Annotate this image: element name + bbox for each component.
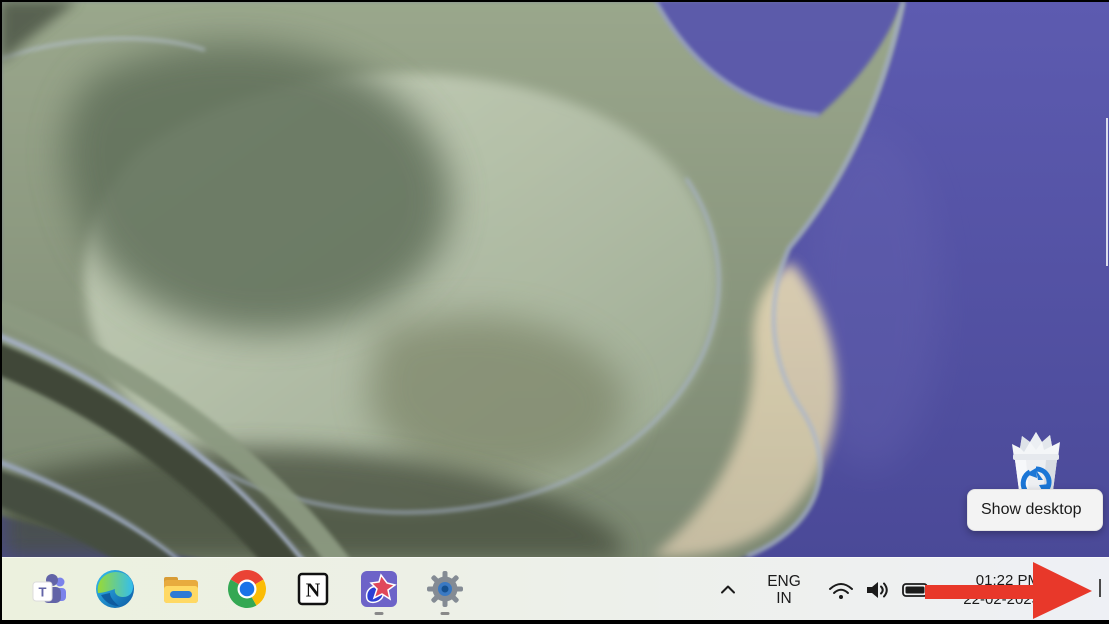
running-indicator xyxy=(441,612,450,616)
taskbar-a-logo-app-button[interactable] xyxy=(346,560,412,618)
screen-edge-highlight xyxy=(1106,118,1108,266)
show-desktop-tooltip: Show desktop xyxy=(967,489,1103,531)
battery-icon xyxy=(902,582,932,598)
taskbar-settings-button[interactable] xyxy=(412,560,478,618)
settings-gear-icon xyxy=(425,569,465,609)
show-desktop-button[interactable] xyxy=(1099,579,1101,597)
svg-text:N: N xyxy=(306,580,321,602)
taskbar-notion-button[interactable]: N xyxy=(280,560,346,618)
volume-icon xyxy=(865,580,891,600)
quick-settings-button[interactable] xyxy=(820,558,940,621)
chevron-up-icon xyxy=(720,584,736,595)
clock-date: 22-02-2023 xyxy=(963,590,1040,609)
tray-hidden-icons-button[interactable] xyxy=(706,558,750,621)
frame-border-left xyxy=(0,0,2,624)
clock-button[interactable]: 01:22 PM 22-02-2023 xyxy=(935,558,1040,621)
taskbar: T xyxy=(0,557,1109,620)
teams-icon: T xyxy=(29,569,69,609)
windows-desktop-screen: Show desktop T xyxy=(0,0,1109,624)
notion-icon: N xyxy=(293,569,333,609)
taskbar-edge-button[interactable] xyxy=(82,560,148,618)
clock-time: 01:22 PM xyxy=(976,571,1040,590)
taskbar-chrome-button[interactable] xyxy=(214,560,280,618)
taskbar-teams-button[interactable]: T xyxy=(16,560,82,618)
chrome-icon xyxy=(227,569,267,609)
language-line1: ENG xyxy=(767,573,801,590)
taskbar-app-icons: T xyxy=(16,558,478,620)
taskbar-file-explorer-button[interactable] xyxy=(148,560,214,618)
svg-text:T: T xyxy=(39,585,47,600)
edge-icon xyxy=(95,569,135,609)
wifi-icon xyxy=(828,580,854,600)
frame-border-top xyxy=(0,0,1109,2)
running-indicator xyxy=(375,612,384,616)
show-desktop-tooltip-text: Show desktop xyxy=(981,501,1082,519)
file-explorer-icon xyxy=(161,569,201,609)
language-line2: IN xyxy=(776,590,792,607)
language-indicator-button[interactable]: ENG IN xyxy=(752,558,816,621)
frame-border-bottom xyxy=(0,620,1109,624)
wallpaper-image xyxy=(0,0,1109,624)
a-logo-app-icon xyxy=(359,569,399,609)
